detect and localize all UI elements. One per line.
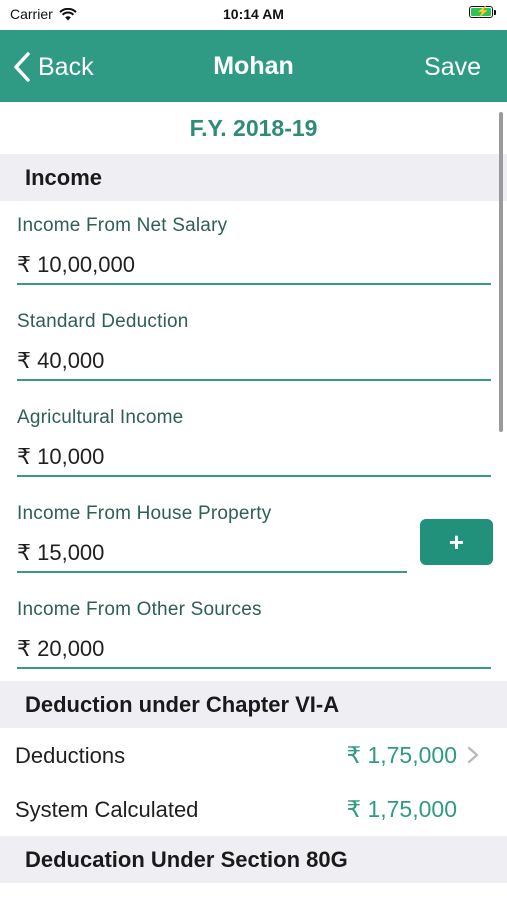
standard-deduction-field: Standard Deduction: [0, 297, 507, 393]
system-calculated-row: System Calculated ₹ 1,75,000: [0, 782, 507, 836]
add-house-property-button[interactable]: +: [420, 519, 493, 565]
standard-deduction-label: Standard Deduction: [17, 311, 189, 332]
other-sources-label: Income From Other Sources: [17, 599, 262, 620]
save-button[interactable]: Save: [424, 53, 481, 82]
net-salary-field: Income From Net Salary: [0, 201, 507, 297]
back-label: Back: [38, 52, 94, 81]
other-sources-input[interactable]: [17, 631, 491, 669]
agricultural-income-field: Agricultural Income: [0, 393, 507, 489]
agricultural-income-label: Agricultural Income: [17, 407, 184, 428]
other-sources-field: Income From Other Sources: [0, 585, 507, 681]
section-80g-header: Deducation Under Section 80G: [0, 836, 507, 883]
house-property-label: Income From House Property: [17, 503, 272, 524]
chevron-left-icon: [14, 52, 30, 82]
navigation-bar: Back Mohan Save: [0, 30, 507, 102]
chapter-via-section-header: Deduction under Chapter VI-A: [0, 681, 507, 728]
standard-deduction-input[interactable]: [17, 343, 491, 381]
system-calculated-label: System Calculated: [15, 797, 199, 822]
deductions-row[interactable]: Deductions ₹ 1,75,000: [0, 728, 507, 782]
deductions-value: ₹ 1,75,000: [346, 742, 457, 768]
deductions-label: Deductions: [15, 743, 126, 768]
form-content[interactable]: F.Y. 2018-19 Income Income From Net Sala…: [0, 102, 507, 900]
battery-icon: ⚡: [469, 6, 496, 18]
system-calculated-value: ₹ 1,75,000: [346, 796, 457, 822]
agricultural-income-input[interactable]: [17, 439, 491, 477]
chevron-right-icon: [467, 746, 479, 764]
fiscal-year-label: F.Y. 2018-19: [0, 102, 507, 154]
income-section-header: Income: [0, 154, 507, 201]
status-time: 10:14 AM: [223, 6, 284, 22]
status-bar: Carrier 10:14 AM ⚡: [0, 0, 507, 30]
house-property-field: Income From House Property +: [0, 489, 507, 585]
scrollbar[interactable]: [499, 112, 503, 432]
back-button[interactable]: Back: [12, 51, 94, 83]
house-property-input[interactable]: [17, 535, 407, 573]
net-salary-input[interactable]: [17, 247, 491, 285]
net-salary-label: Income From Net Salary: [17, 215, 228, 236]
